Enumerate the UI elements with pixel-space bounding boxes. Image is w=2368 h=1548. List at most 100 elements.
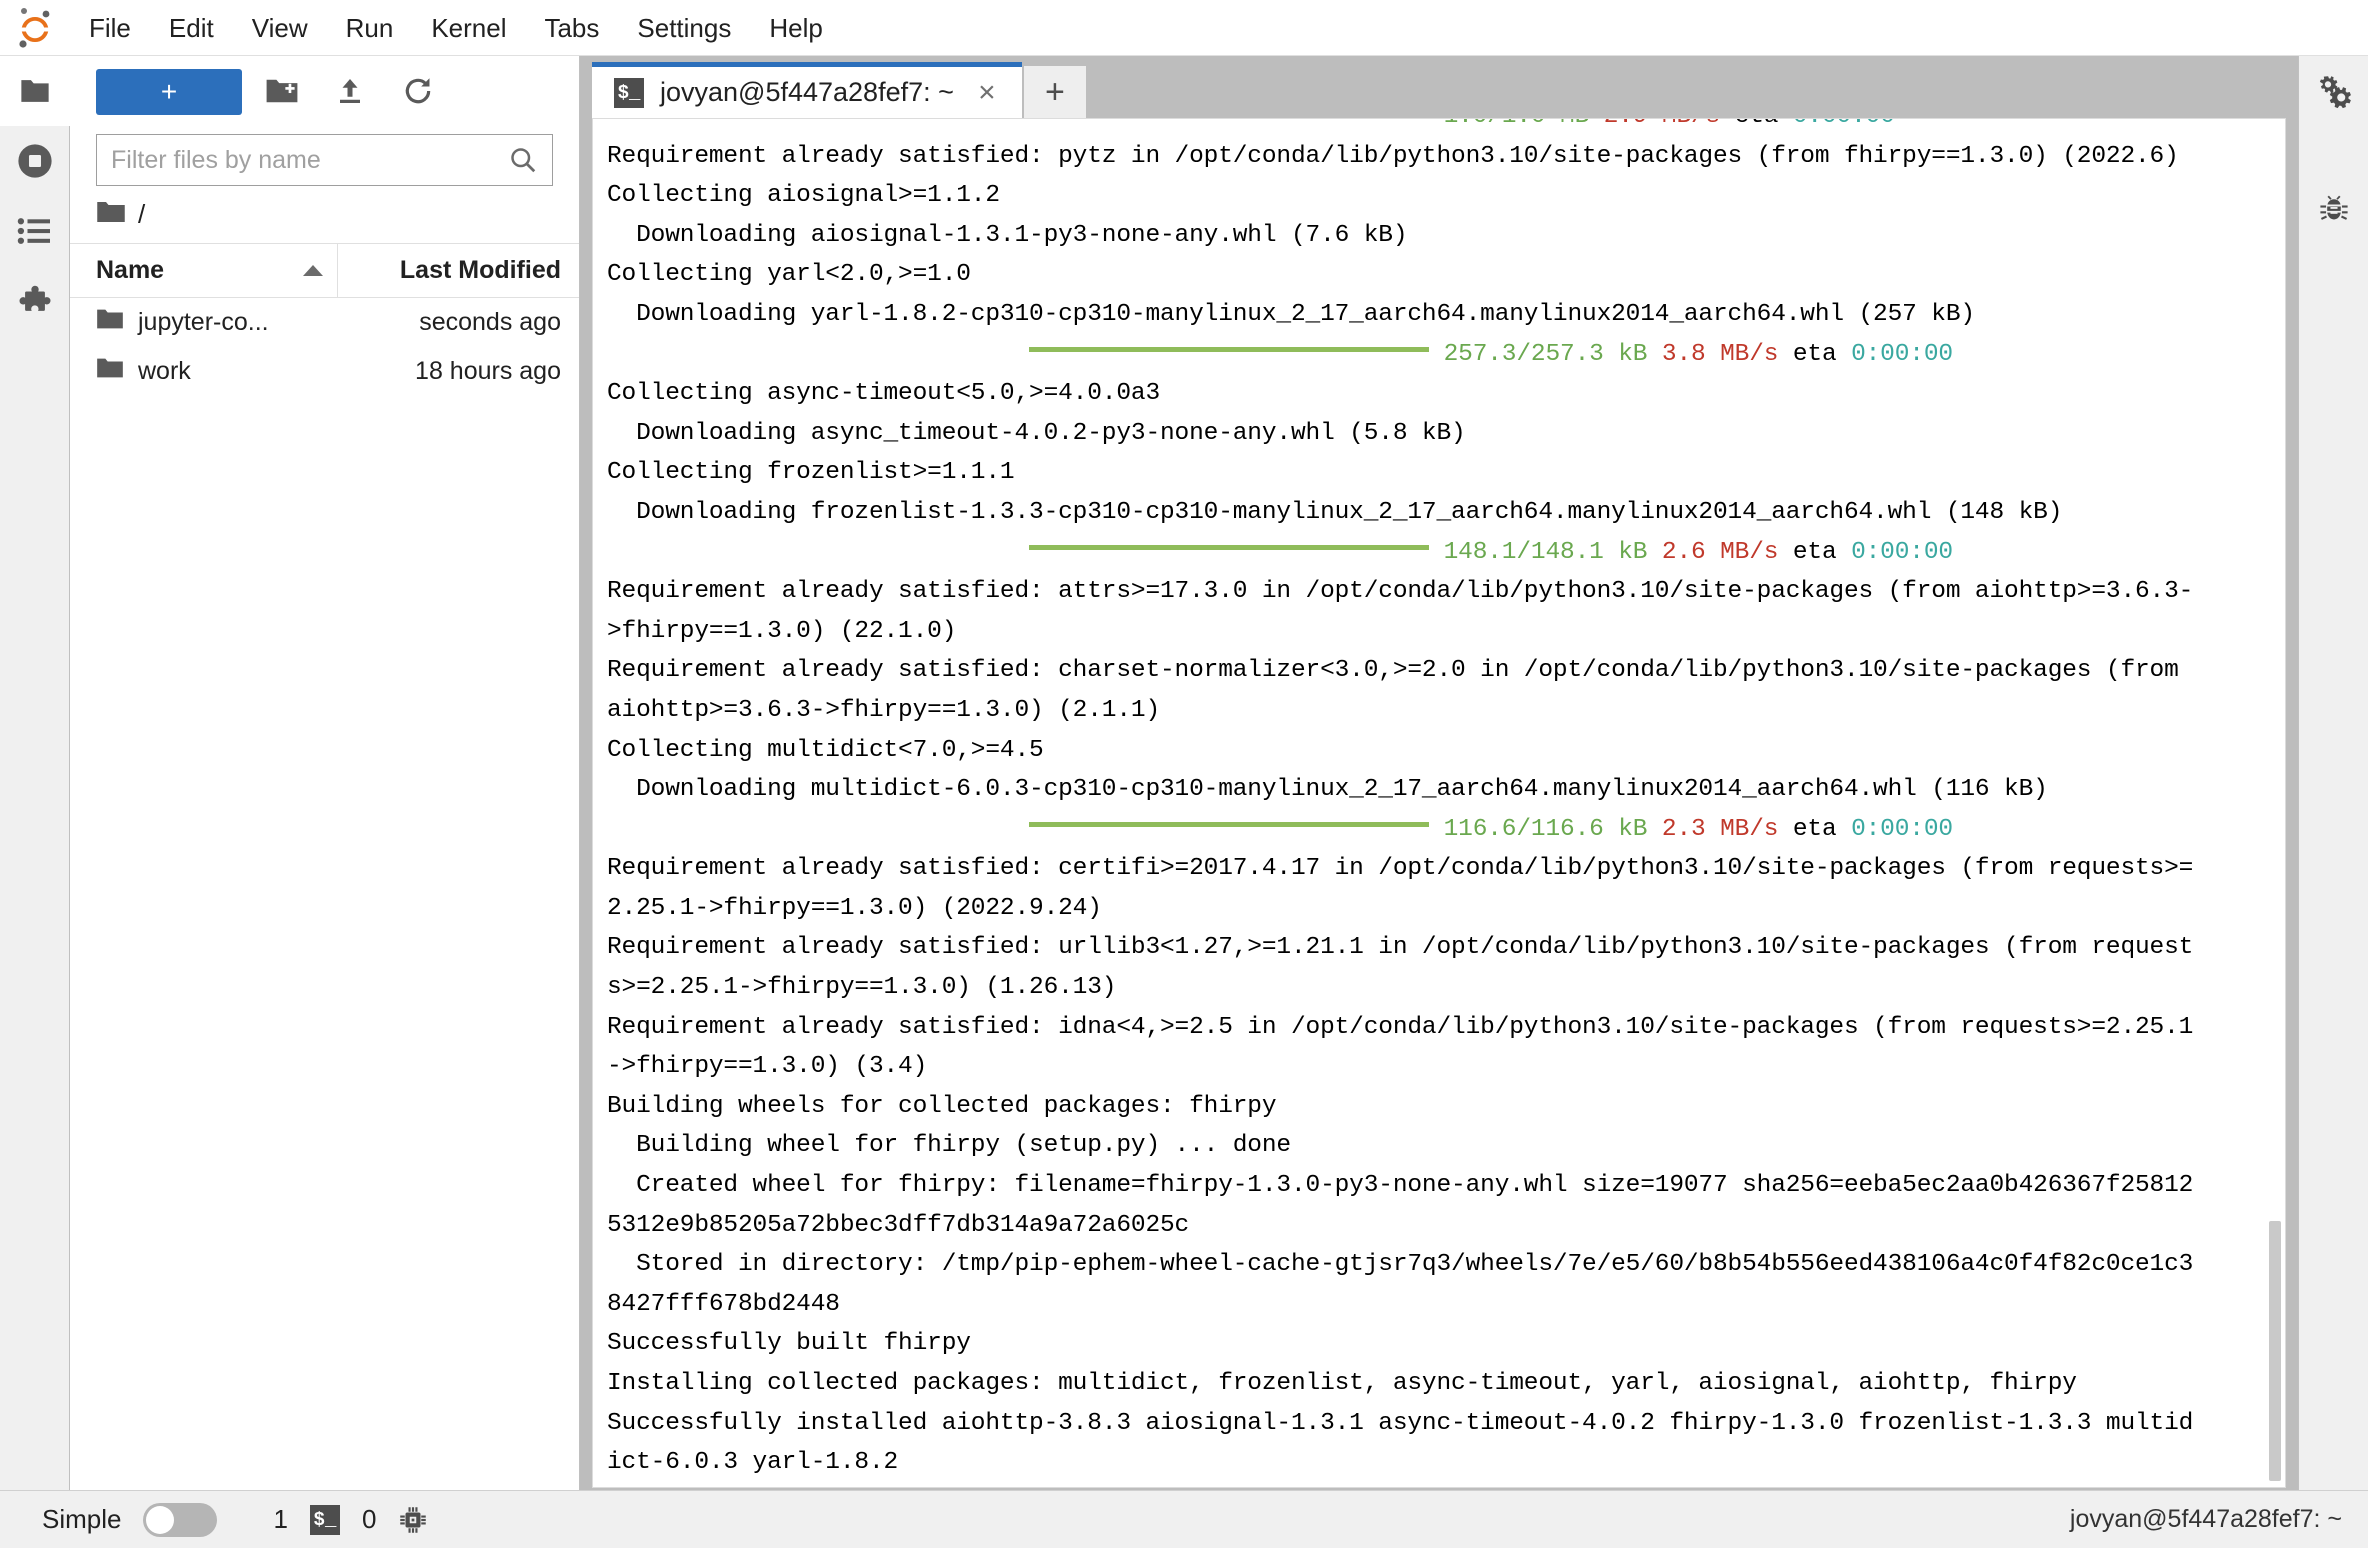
- sidebar-item-debugger[interactable]: [2299, 174, 2368, 244]
- terminal-text: Requirement already satisfied: certifi>=…: [607, 855, 2194, 883]
- menu-item-file[interactable]: File: [70, 0, 150, 56]
- puzzle-icon: [18, 284, 52, 318]
- menu-item-run[interactable]: Run: [327, 0, 413, 56]
- sidebar-item-property-inspector[interactable]: [2299, 56, 2368, 126]
- column-header-name[interactable]: Name: [70, 244, 338, 297]
- terminal-text: Collecting multidict<7.0,>=4.5: [607, 736, 1044, 764]
- list-item[interactable]: jupyter-co... seconds ago: [70, 298, 579, 347]
- terminal-line: Created wheel for fhirpy: filename=fhirp…: [607, 1166, 2259, 1206]
- terminal-text: eta: [1778, 340, 1852, 368]
- search-icon: [508, 145, 538, 175]
- column-header-name-label: Name: [96, 256, 165, 284]
- jupyterlab-window: File Edit View Run Kernel Tabs Settings …: [0, 0, 2368, 1548]
- terminal-line: Downloading async_timeout-4.0.2-py3-none…: [607, 414, 2259, 454]
- list-item[interactable]: work 18 hours ago: [70, 347, 579, 396]
- menu-bar: File Edit View Run Kernel Tabs Settings …: [0, 0, 2368, 56]
- refresh-button[interactable]: [390, 69, 446, 115]
- terminal-text: ict-6.0.3 yarl-1.8.2: [607, 1449, 899, 1477]
- tab-label: jovyan@5f447a28fef7: ~: [660, 77, 954, 107]
- terminal-output[interactable]: 1.0/1.0 MB 2.9 MB/s eta 0:00:00 Requireme…: [607, 119, 2259, 1487]
- terminal-text: Downloading multidict-6.0.3-cp310-cp310-…: [607, 776, 2048, 804]
- file-list-header: Name Last Modified: [70, 244, 579, 298]
- terminal-text: Requirement already satisfied: urllib3<1…: [607, 934, 2194, 962]
- add-tab-button[interactable]: +: [1023, 66, 1086, 118]
- terminal-text: ->fhirpy==1.3.0) (3.4): [607, 1053, 928, 1081]
- terminal-line: ->fhirpy==1.3.0) (3.4): [607, 1047, 2259, 1087]
- terminal-line: Building wheel for fhirpy (setup.py) ...…: [607, 1126, 2259, 1166]
- menu-item-edit[interactable]: Edit: [150, 0, 233, 56]
- scrollbar-thumb[interactable]: [2269, 1221, 2281, 1481]
- terminal-text: Created wheel for fhirpy: filename=fhirp…: [607, 1172, 2194, 1200]
- terminal-text: Collecting async-timeout<5.0,>=4.0.0a3: [607, 380, 1160, 408]
- terminal-text: Installing collected packages: multidict…: [607, 1370, 2077, 1397]
- terminal-line: Requirement already satisfied: certifi>=…: [607, 849, 2259, 889]
- terminal-line: 2.25.1->fhirpy==1.3.0) (2022.9.24): [607, 889, 2259, 929]
- terminal-text: 3.8 MB/s: [1661, 340, 1779, 368]
- menu-item-tabs[interactable]: Tabs: [525, 0, 618, 56]
- terminal-text: 1.0/1.0 MB: [1444, 119, 1590, 130]
- terminal-text: Downloading aiosignal-1.3.1-py3-none-any…: [607, 221, 1408, 249]
- terminal-icon[interactable]: $_: [309, 1504, 340, 1535]
- new-folder-button[interactable]: [254, 69, 310, 115]
- sidebar-item-commands[interactable]: [0, 196, 70, 266]
- right-sidebar-rail: [2298, 56, 2368, 1490]
- sidebar-item-running[interactable]: [0, 126, 70, 196]
- sidebar-item-extensions[interactable]: [0, 266, 70, 336]
- breadcrumb[interactable]: /: [70, 186, 579, 244]
- terminal-text: Successfully built fhirpy: [607, 1330, 971, 1358]
- cpu-chip-icon[interactable]: [398, 1505, 428, 1535]
- terminal-text: 2.3 MB/s: [1661, 815, 1779, 843]
- terminal-text: Requirement already satisfied: charset-n…: [607, 657, 2179, 685]
- terminal-line: Collecting multidict<7.0,>=4.5: [607, 731, 2259, 771]
- terminals-count: 1: [273, 1504, 288, 1534]
- menu-item-kernel[interactable]: Kernel: [412, 0, 525, 56]
- terminal-text: eta: [1720, 119, 1793, 130]
- terminal-text: 0:00:00: [1851, 340, 1953, 368]
- terminal-line: Collecting aiosignal>=1.1.2: [607, 176, 2259, 216]
- folder-icon: [96, 356, 124, 387]
- tab-terminal[interactable]: $_ jovyan@5f447a28fef7: ~ ×: [592, 62, 1022, 118]
- close-icon[interactable]: ×: [970, 76, 1004, 110]
- terminal-line: 116.6/116.6 kB 2.3 MB/s eta 0:00:00: [607, 810, 2259, 850]
- terminal-line: Downloading multidict-6.0.3-cp310-cp310-…: [607, 770, 2259, 810]
- terminal-line: Collecting yarl<2.0,>=1.0: [607, 255, 2259, 295]
- terminal-line: (base) jovyan@5f447a28fef7:~$ git clone …: [607, 1483, 2259, 1487]
- menu-item-view[interactable]: View: [233, 0, 327, 56]
- terminal-panel[interactable]: 1.0/1.0 MB 2.9 MB/s eta 0:00:00 Requireme…: [592, 118, 2286, 1488]
- sidebar-item-file-browser[interactable]: [0, 56, 70, 126]
- sort-ascending-icon: [303, 265, 323, 276]
- terminal-line: Requirement already satisfied: idna<4,>=…: [607, 1008, 2259, 1048]
- terminal-text: 257.3/257.3 kB: [1443, 340, 1648, 368]
- column-header-last-modified[interactable]: Last Modified: [338, 244, 579, 297]
- terminal-scrollbar[interactable]: [2267, 121, 2283, 1485]
- terminal-text: 2.6 MB/s: [1661, 538, 1779, 566]
- new-launcher-button[interactable]: +: [96, 69, 242, 115]
- breadcrumb-root[interactable]: /: [138, 199, 145, 230]
- upload-files-button[interactable]: [322, 69, 378, 115]
- terminal-line: Building wheels for collected packages: …: [607, 1087, 2259, 1127]
- simple-mode-toggle[interactable]: [143, 1502, 218, 1537]
- menu-item-settings[interactable]: Settings: [618, 0, 750, 56]
- terminal-line: Stored in directory: /tmp/pip-ephem-whee…: [607, 1245, 2259, 1285]
- terminal-text: Collecting aiosignal>=1.1.2: [607, 182, 1000, 210]
- terminal-line: ict-6.0.3 yarl-1.8.2: [607, 1443, 2259, 1483]
- terminal-text: Building wheel for fhirpy (setup.py) ...…: [607, 1132, 1291, 1160]
- terminal-text: 8427fff678bd2448: [607, 1290, 840, 1318]
- terminal-icon: $_: [614, 77, 644, 108]
- menu-item-help[interactable]: Help: [750, 0, 841, 56]
- gears-icon: [2316, 73, 2352, 109]
- list-item-modified: 18 hours ago: [415, 357, 561, 385]
- list-icon: [17, 216, 53, 246]
- search-input[interactable]: [111, 145, 508, 175]
- terminal-line: Requirement already satisfied: attrs>=17…: [607, 572, 2259, 612]
- terminal-text: 2.9 MB/s: [1604, 119, 1721, 130]
- terminal-line: 257.3/257.3 kB 3.8 MB/s eta 0:00:00: [607, 335, 2259, 375]
- file-list: jupyter-co... seconds ago work 18 hours …: [70, 298, 579, 1490]
- terminal-text: Requirement already satisfied: idna<4,>=…: [607, 1013, 2194, 1041]
- filter-files-field[interactable]: [96, 134, 553, 186]
